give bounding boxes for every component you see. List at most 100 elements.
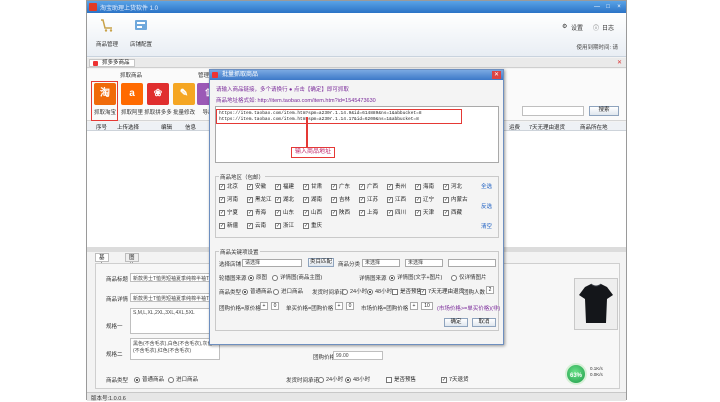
region-checkbox[interactable]: ✓ 江西 (387, 195, 406, 203)
select-all-link[interactable]: 全选 (481, 182, 492, 190)
category-select[interactable]: 请选择 (242, 259, 302, 267)
radio-label: 原图 (256, 275, 268, 281)
ship-24h-radio[interactable]: 24小时 (342, 287, 367, 295)
single-price-op[interactable]: + (335, 302, 343, 310)
goods-class-select[interactable]: 未选择 (362, 259, 400, 267)
checkbox-label: 是否预售 (400, 289, 423, 295)
region-checkbox[interactable]: ✓ 湖北 (275, 195, 294, 203)
tab-manage[interactable]: 管理 (198, 71, 209, 79)
region-label: 北京 (227, 184, 239, 190)
invert-select-link[interactable]: 反选 (481, 202, 492, 210)
presale-checkbox[interactable]: 是否预售 (392, 287, 422, 295)
detail-image-radio[interactable]: 仅详情图片 (451, 273, 487, 281)
tab-basic-info[interactable]: 基本信息 (95, 253, 109, 285)
title-field[interactable]: 新款男士T恤男短袖夏季纯棉半袖T恤男装上衣 (130, 273, 220, 282)
region-checkbox[interactable]: ✓ 山东 (275, 208, 294, 216)
attr2-field[interactable]: 黑色(不含毛衣),白色(不含毛衣),灰色(不含毛衣),红色(不含毛衣) (130, 338, 220, 360)
region-checkbox[interactable]: ✓ 北京 (219, 182, 238, 190)
image-original-radio[interactable]: 原图 (248, 273, 267, 281)
checkbox-box: ✓ (387, 196, 393, 203)
network-gauge[interactable]: 63% (565, 363, 587, 385)
return-checkbox[interactable]: ✓ 7天无理由退货 (420, 287, 464, 295)
log-icon[interactable]: ⓘ (593, 23, 599, 32)
doc-tab-grab-products[interactable]: 抓多多商品 (89, 59, 135, 67)
tab-image-info[interactable]: 图片信息 (125, 253, 139, 285)
clear-link[interactable]: 清空 (481, 222, 492, 230)
group-count-field[interactable]: 2 (486, 286, 494, 294)
region-checkbox[interactable]: ✓ 浙江 (275, 221, 294, 229)
region-checkbox[interactable]: ✓ 重庆 (303, 221, 322, 229)
region-checkbox[interactable]: ✓ 吉林 (331, 195, 350, 203)
ship-48h-radio[interactable]: 48小时 (345, 375, 370, 383)
region-checkbox[interactable]: ✓ 新疆 (219, 221, 238, 229)
region-checkbox[interactable]: ✓ 黑龙江 (247, 195, 272, 203)
region-label: 安徽 (255, 184, 267, 190)
col-header: 商品所在地 (580, 125, 608, 131)
market-price-op[interactable]: + (410, 302, 418, 310)
detail-text-radio[interactable]: 详情图(文字+图片) (389, 273, 442, 281)
region-checkbox[interactable]: ✓ 甘肃 (303, 182, 322, 190)
third-class-select[interactable] (448, 259, 496, 267)
region-checkbox[interactable]: ✓ 湖南 (303, 195, 322, 203)
tab-grab-products[interactable]: 抓取商品 (120, 71, 142, 79)
region-checkbox[interactable]: ✓ 福建 (275, 182, 294, 190)
group-price-value[interactable]: 0 (271, 302, 279, 310)
region-label: 山东 (283, 210, 295, 216)
region-checkbox[interactable]: ✓ 广西 (359, 182, 378, 190)
type-normal-radio[interactable]: 普通商品 (242, 287, 272, 295)
attr1-field[interactable]: S,M,L,XL,2XL,3XL,4XL,5XL (130, 308, 220, 334)
doc-close-icon[interactable]: ✕ (617, 59, 622, 66)
region-checkbox[interactable]: ✓ 云南 (247, 221, 266, 229)
detail-field[interactable]: 新款男士T恤男短袖夏季纯棉半袖T恤男装上衣 (130, 293, 220, 302)
category-match-button[interactable]: 类目匹配 (308, 258, 334, 267)
region-checkbox[interactable]: ✓ 四川 (387, 208, 406, 216)
maximize-button[interactable]: □ (603, 3, 613, 11)
region-checkbox[interactable]: ✓ 贵州 (387, 182, 406, 190)
ship-24h-radio[interactable]: 24小时 (318, 375, 343, 383)
sub-class-select[interactable]: 未选择 (405, 259, 443, 267)
type-import-radio[interactable]: 进口商品 (273, 287, 303, 295)
region-checkbox[interactable]: ✓ 海南 (415, 182, 434, 190)
toolbar-shop-config[interactable]: 店铺配置 (121, 15, 161, 53)
type-import-radio[interactable]: 进口商品 (168, 375, 198, 383)
settings-button[interactable]: 设置 (571, 23, 583, 32)
region-checkbox[interactable]: ✓ 河北 (443, 182, 462, 190)
log-button[interactable]: 日志 (602, 23, 614, 32)
region-label: 陕西 (339, 210, 351, 216)
region-checkbox[interactable]: ✓ 广东 (331, 182, 350, 190)
search-button[interactable]: 搜索 (589, 106, 619, 116)
price-field[interactable]: 99.00 (333, 351, 383, 360)
url-line: https://item.taobao.com/item.htm?spm=a23… (219, 111, 422, 116)
group-price-op[interactable]: + (260, 302, 268, 310)
return-checkbox[interactable]: ✓ 7天退货 (441, 375, 469, 383)
region-checkbox[interactable]: ✓ 西藏 (443, 208, 462, 216)
url-textarea[interactable]: https://item.taobao.com/item.htm?spm=a23… (215, 106, 499, 163)
dialog-close-button[interactable]: ✕ (492, 71, 501, 79)
close-button[interactable]: × (614, 3, 624, 11)
region-checkbox[interactable]: ✓ 河南 (219, 195, 238, 203)
region-checkbox[interactable]: ✓ 山西 (303, 208, 322, 216)
region-checkbox[interactable]: ✓ 辽宁 (415, 195, 434, 203)
single-price-value[interactable]: 0 (346, 302, 354, 310)
region-checkbox[interactable]: ✓ 江苏 (359, 195, 378, 203)
type-normal-radio[interactable]: 普通商品 (134, 375, 164, 383)
ok-button[interactable]: 确定 (444, 318, 468, 327)
region-checkbox[interactable]: ✓ 天津 (415, 208, 434, 216)
region-checkbox[interactable]: ✓ 宁夏 (219, 208, 238, 216)
region-label: 甘肃 (311, 184, 323, 190)
cancel-button[interactable]: 取消 (472, 318, 496, 327)
region-checkbox[interactable]: ✓ 上海 (359, 208, 378, 216)
region-checkbox[interactable]: ✓ 安徽 (247, 182, 266, 190)
presale-checkbox[interactable]: 是否预售 (386, 375, 416, 383)
region-checkbox[interactable]: ✓ 青海 (247, 208, 266, 216)
gear-icon[interactable]: ⚙ (562, 23, 567, 30)
region-checkbox[interactable]: ✓ 陕西 (331, 208, 350, 216)
search-input[interactable] (522, 106, 584, 116)
ship-48h-radio[interactable]: 48小时 (367, 287, 392, 295)
region-checkbox[interactable]: ✓ 内蒙古 (443, 195, 468, 203)
image-detail-radio[interactable]: 详情图(商品主图) (272, 273, 322, 281)
market-price-value[interactable]: 10 (421, 302, 433, 310)
minimize-button[interactable]: — (592, 3, 602, 11)
radio-dot (342, 288, 348, 295)
checkbox-box: ✓ (331, 196, 337, 203)
